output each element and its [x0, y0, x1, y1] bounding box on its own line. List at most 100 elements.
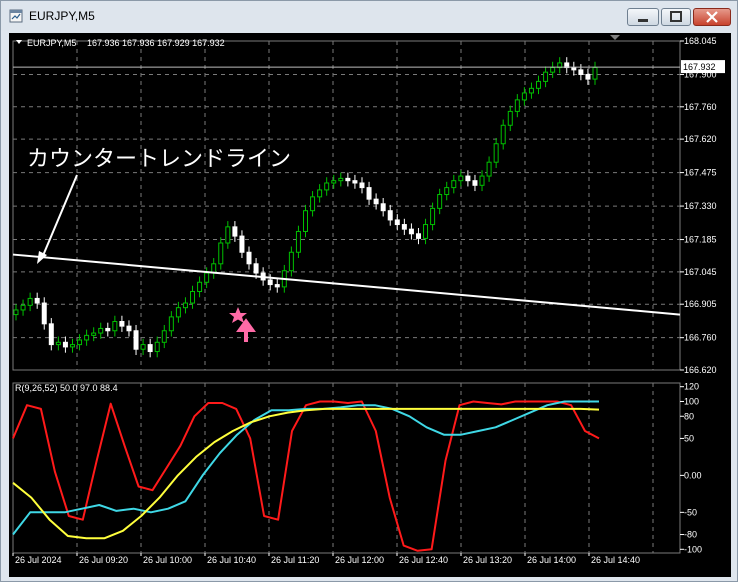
candle[interactable] [430, 207, 436, 226]
candle[interactable] [500, 124, 506, 145]
candle[interactable] [112, 321, 118, 332]
candle[interactable] [218, 242, 224, 265]
time-tick-label: 26 Jul 10:40 [207, 555, 256, 565]
candle[interactable] [197, 281, 203, 293]
price-tick-label: 166.620 [684, 365, 717, 375]
candle[interactable] [401, 224, 407, 230]
indicator-label: R(9,26,52) 50.0 97.0 88.4 [15, 383, 118, 393]
candle[interactable] [119, 321, 125, 327]
candle[interactable] [140, 344, 146, 350]
minimize-button[interactable] [627, 8, 659, 26]
candle[interactable] [387, 210, 393, 221]
candle[interactable] [204, 272, 210, 283]
chart-canvas[interactable]: 168.045 167.900 167.760 167.620 167.475 167.3… [9, 33, 731, 577]
time-tick-label: 26 Jul 14:40 [591, 555, 640, 565]
symbol-menu-triangle-icon[interactable] [16, 40, 22, 44]
candle[interactable] [274, 284, 280, 288]
candle[interactable] [394, 219, 400, 226]
candle[interactable] [380, 203, 386, 212]
time-tick-label: 26 Jul 11:20 [271, 555, 319, 565]
candle[interactable] [27, 297, 33, 306]
candle[interactable] [41, 302, 47, 325]
candle[interactable] [585, 73, 591, 80]
candle[interactable] [126, 325, 132, 332]
chart-shift-marker-icon [610, 35, 620, 40]
candle[interactable] [225, 226, 231, 244]
candle[interactable] [133, 330, 139, 350]
candle[interactable] [408, 228, 414, 235]
candle[interactable] [98, 327, 104, 334]
candle[interactable] [465, 175, 471, 182]
candle[interactable] [472, 180, 478, 186]
star-icon [229, 307, 247, 323]
candle[interactable] [338, 177, 344, 182]
window-title: EURJPY,M5 [29, 9, 95, 23]
candle[interactable] [366, 187, 372, 200]
candle[interactable] [147, 344, 153, 353]
candle[interactable] [303, 210, 308, 232]
candle[interactable] [423, 224, 429, 239]
candle[interactable] [84, 334, 90, 341]
candle[interactable] [239, 235, 245, 253]
candle[interactable] [232, 226, 238, 237]
price-tick-label: 167.185 [684, 235, 717, 245]
candle[interactable] [486, 161, 492, 177]
candle[interactable] [20, 304, 26, 311]
candle[interactable] [190, 291, 196, 304]
candle[interactable] [324, 182, 330, 191]
candle[interactable] [451, 180, 457, 189]
candle[interactable] [55, 341, 61, 346]
maximize-button[interactable] [661, 8, 691, 26]
minimize-icon [638, 19, 648, 22]
candle[interactable] [317, 189, 323, 198]
candle[interactable] [507, 110, 513, 126]
candle[interactable] [288, 251, 294, 272]
candle[interactable] [550, 67, 556, 73]
candle[interactable] [514, 99, 520, 112]
candle[interactable] [267, 279, 273, 286]
chart-svg[interactable]: 168.045167.900167.760167.620167.475167.3… [9, 33, 731, 577]
candle[interactable] [578, 69, 584, 75]
candle[interactable] [246, 251, 252, 265]
candle[interactable] [91, 332, 97, 336]
candle[interactable] [182, 302, 188, 309]
candle[interactable] [415, 233, 421, 239]
candle[interactable] [521, 92, 527, 101]
candle[interactable] [536, 80, 542, 89]
candle[interactable] [373, 198, 379, 205]
title-bar[interactable]: EURJPY,M5 [1, 1, 737, 31]
candle[interactable] [458, 175, 464, 182]
candle[interactable] [352, 180, 358, 184]
candle[interactable] [528, 87, 534, 94]
candle[interactable] [154, 341, 160, 353]
candle[interactable] [48, 323, 54, 346]
candle[interactable] [253, 263, 259, 274]
candle[interactable] [543, 71, 549, 82]
candle[interactable] [571, 67, 577, 71]
current-price-label: 167.932 [683, 62, 716, 72]
oscillator-yellow-line [12, 407, 600, 540]
candle[interactable] [161, 330, 167, 343]
candle[interactable] [331, 180, 337, 184]
candle[interactable] [69, 344, 75, 348]
close-button[interactable] [693, 8, 731, 26]
candle[interactable] [345, 177, 351, 182]
candle[interactable] [493, 143, 499, 163]
candle[interactable] [310, 196, 316, 212]
candle[interactable] [175, 307, 181, 318]
candle[interactable] [359, 182, 365, 189]
candle[interactable] [62, 341, 68, 348]
close-icon [706, 11, 718, 23]
candle[interactable] [77, 339, 83, 346]
candle[interactable] [479, 175, 485, 186]
candle[interactable] [34, 297, 40, 304]
candle[interactable] [13, 309, 19, 316]
candle[interactable] [592, 67, 598, 80]
counter-trendline[interactable] [12, 253, 681, 316]
candle[interactable] [437, 194, 443, 209]
time-tick-label: 26 Jul 14:00 [527, 555, 576, 565]
candle[interactable] [105, 327, 111, 332]
candle[interactable] [444, 187, 450, 196]
candle[interactable] [168, 316, 174, 332]
candle[interactable] [295, 230, 301, 253]
